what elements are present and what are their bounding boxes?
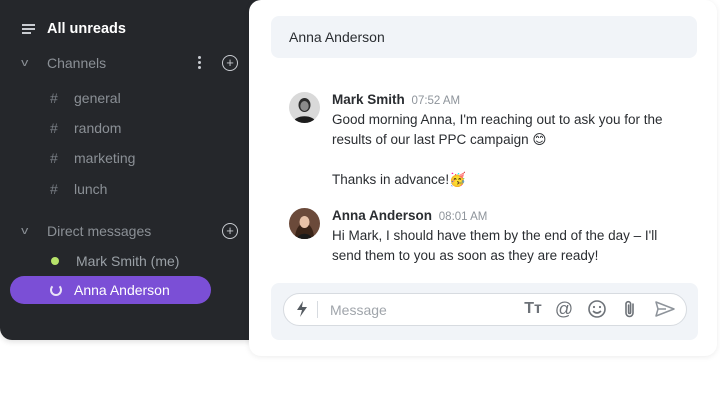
chat-title: Anna Anderson bbox=[289, 29, 385, 45]
chat-header: Anna Anderson bbox=[271, 16, 697, 58]
composer-area: Tт @ bbox=[271, 283, 698, 340]
channels-label: Channels bbox=[47, 55, 107, 71]
chevron-down-icon[interactable]: v bbox=[21, 57, 28, 69]
chat-panel: Anna Anderson Mark Smith 07:52 AM Good m… bbox=[249, 0, 717, 356]
channel-label: random bbox=[74, 120, 122, 136]
list-lines-icon bbox=[22, 24, 35, 34]
avatar[interactable] bbox=[289, 208, 320, 239]
all-unreads-label: All unreads bbox=[47, 21, 126, 37]
sidebar-item-anna-anderson[interactable]: Anna Anderson bbox=[10, 276, 211, 304]
message-meta: Anna Anderson 08:01 AM bbox=[332, 208, 487, 223]
message-line: Good morning Anna, I'm reaching out to a… bbox=[332, 112, 663, 127]
lightning-icon[interactable] bbox=[294, 300, 310, 318]
hash-icon: # bbox=[50, 181, 58, 197]
sidebar-item-marketing[interactable]: # marketing bbox=[0, 145, 261, 171]
send-icon[interactable] bbox=[654, 299, 676, 319]
sidebar-item-general[interactable]: # general bbox=[0, 85, 261, 111]
message-composer: Tт @ bbox=[283, 293, 687, 326]
add-channel-icon[interactable]: + bbox=[222, 55, 238, 71]
chevron-down-icon[interactable]: v bbox=[21, 225, 28, 237]
mention-icon[interactable]: @ bbox=[554, 299, 574, 319]
message-line: results of our last PPC campaign 😊 bbox=[332, 132, 547, 147]
hash-icon: # bbox=[50, 120, 58, 136]
hash-icon: # bbox=[50, 150, 58, 166]
text-format-icon[interactable]: Tт bbox=[522, 299, 544, 319]
avatar[interactable] bbox=[289, 92, 320, 123]
direct-messages-section-header[interactable]: v Direct messages + bbox=[0, 218, 261, 244]
message-line: Thanks in advance!🥳 bbox=[332, 172, 466, 187]
channels-section-header[interactable]: v Channels + bbox=[0, 50, 261, 76]
channel-label: general bbox=[74, 90, 121, 106]
message-time: 08:01 AM bbox=[438, 211, 488, 223]
online-status-icon bbox=[51, 257, 59, 265]
add-dm-icon[interactable]: + bbox=[222, 223, 238, 239]
dm-label: Anna Anderson bbox=[74, 282, 170, 298]
channel-label: lunch bbox=[74, 181, 108, 197]
dm-label: Mark Smith (me) bbox=[76, 253, 180, 269]
message-line: Hi Mark, I should have them by the end o… bbox=[332, 228, 658, 243]
more-vertical-icon[interactable] bbox=[198, 56, 202, 70]
sidebar-item-mark-smith[interactable]: Mark Smith (me) bbox=[0, 248, 261, 274]
channel-label: marketing bbox=[74, 150, 136, 166]
message-time: 07:52 AM bbox=[411, 95, 461, 107]
message-line: send them to you as soon as they are rea… bbox=[332, 248, 599, 263]
author-name[interactable]: Mark Smith bbox=[332, 92, 405, 107]
paperclip-icon[interactable] bbox=[621, 299, 639, 319]
hash-icon: # bbox=[50, 90, 58, 106]
away-status-icon bbox=[50, 284, 62, 296]
sidebar: All unreads v Channels + # general # ran… bbox=[0, 0, 261, 340]
composer-divider bbox=[317, 301, 318, 318]
author-name[interactable]: Anna Anderson bbox=[332, 208, 432, 223]
message-meta: Mark Smith 07:52 AM bbox=[332, 92, 460, 107]
all-unreads-item[interactable]: All unreads bbox=[0, 16, 261, 42]
sidebar-item-random[interactable]: # random bbox=[0, 115, 261, 141]
message-input[interactable] bbox=[328, 299, 512, 321]
sidebar-item-lunch[interactable]: # lunch bbox=[0, 176, 261, 202]
emoji-icon[interactable] bbox=[587, 299, 607, 319]
direct-messages-label: Direct messages bbox=[47, 223, 152, 239]
